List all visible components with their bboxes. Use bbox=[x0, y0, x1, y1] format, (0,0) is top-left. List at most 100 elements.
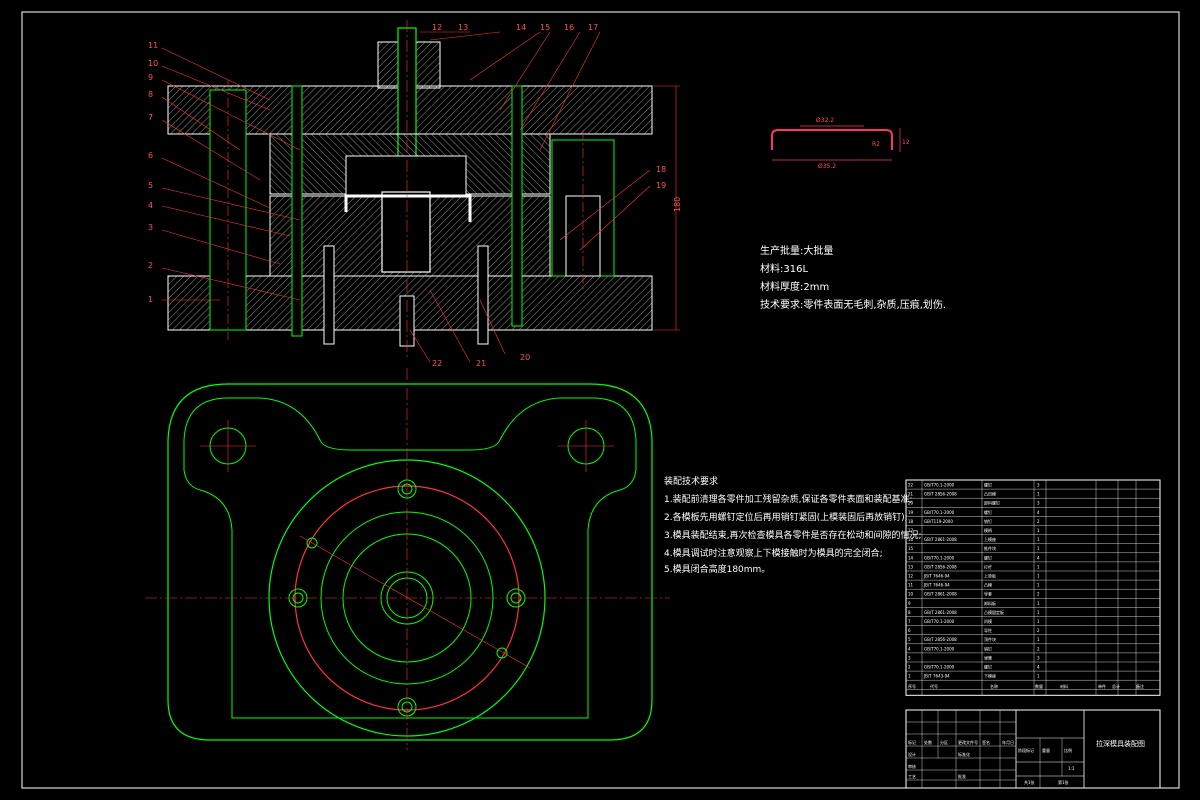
bom-cell: 17 bbox=[908, 528, 914, 533]
bom-cell: JB/T 7646-94 bbox=[923, 583, 950, 588]
bom-cell: 1 bbox=[1037, 564, 1040, 569]
plan-view bbox=[145, 368, 670, 750]
tb-stage: 阶段标记 bbox=[1018, 747, 1034, 753]
part-label: 16 bbox=[564, 23, 574, 32]
section-view: 180 bbox=[161, 20, 682, 363]
bom-cell: 3 bbox=[1037, 655, 1040, 660]
bom-cell: 模柄 bbox=[984, 527, 992, 533]
dim-bottom: Ø35.2 bbox=[818, 163, 836, 170]
bom-cell: 1 bbox=[1037, 537, 1040, 542]
bom-cell: 3 bbox=[1037, 483, 1040, 488]
bom-cell: 3 bbox=[1037, 501, 1040, 506]
part-label: 12 bbox=[432, 23, 442, 32]
tb-sheet: 共1张 bbox=[1024, 779, 1035, 785]
bom-cell: 12 bbox=[908, 574, 914, 579]
bom-cell: 18 bbox=[908, 519, 914, 524]
bom-cell: 9 bbox=[908, 601, 911, 606]
bom-header-cell: 总计 bbox=[1112, 683, 1120, 689]
bom-cell: 1 bbox=[1037, 619, 1040, 624]
bom-cell: 2 bbox=[1037, 628, 1040, 633]
tb-sheet2: 第1张 bbox=[1058, 779, 1069, 785]
part-label: 20 bbox=[520, 353, 530, 362]
bom-cell: 凸模 bbox=[984, 582, 992, 588]
plan-outline bbox=[167, 383, 653, 741]
bom-cell: 2 bbox=[1037, 592, 1040, 597]
drawing-name: 拉深模具装配图 bbox=[1096, 739, 1145, 748]
bom-cell: JB/T 7646-94 bbox=[923, 574, 950, 579]
bom-cell: 4 bbox=[1037, 555, 1040, 560]
bom-cell: 1 bbox=[908, 674, 911, 679]
bom-cell: 2 bbox=[1037, 519, 1040, 524]
overall-height-dim: 180 bbox=[673, 197, 682, 212]
cad-drawing: 180 1 2 3 4 5 6 7 8 9 10 11 12 13 14 15 … bbox=[21, 11, 1180, 789]
part-sketch: Ø32.2 R2 Ø35.2 12 bbox=[771, 117, 910, 170]
tb-date: 年月日 bbox=[1002, 739, 1014, 745]
bom-cell: 卸料板 bbox=[984, 600, 996, 606]
tb-approve: 批准 bbox=[958, 773, 966, 779]
tb-mark: 标记 bbox=[908, 739, 916, 745]
tb-sign: 签名 bbox=[982, 739, 990, 745]
part-label: 9 bbox=[148, 73, 153, 82]
tb-count: 处数 bbox=[924, 739, 932, 745]
bom-cell: 21 bbox=[908, 492, 914, 497]
bom-cell: 14 bbox=[908, 555, 914, 560]
part-label: 4 bbox=[148, 201, 153, 210]
part-label: 10 bbox=[148, 59, 158, 68]
bom-cell: 螺钉 bbox=[984, 482, 992, 488]
bom-cell: 螺钉 bbox=[984, 509, 992, 515]
bom-cell: GB/T70.1-2000 bbox=[924, 555, 955, 560]
bom-cell: 销钉 bbox=[984, 645, 992, 651]
bom-cell: 3 bbox=[908, 655, 911, 660]
bom-cell: 螺钉 bbox=[984, 554, 992, 560]
part-label: 1 bbox=[148, 295, 153, 304]
bom-cell: 1 bbox=[1037, 528, 1040, 533]
bom-cell: 1 bbox=[1037, 601, 1040, 606]
tb-process: 工艺 bbox=[908, 774, 916, 779]
part-label: 5 bbox=[148, 181, 153, 190]
assembly-item: 1.装配前清理各零件加工残留杂质,保证各零件表面和装配基准; bbox=[664, 493, 912, 505]
bom-cell: 凸模固定板 bbox=[984, 609, 1004, 615]
bom-header-cell: 单件 bbox=[1098, 683, 1106, 689]
bom-header-cell: 代号 bbox=[930, 683, 938, 689]
part-label: 6 bbox=[148, 151, 153, 160]
tb-scale-label: 比例 bbox=[1064, 747, 1072, 753]
bom-cell: 1 bbox=[1037, 574, 1040, 579]
bom-header-cell: 序号 bbox=[908, 683, 916, 689]
assembly-item: 4.模具调试时注意观察上下模接触时为模具的完全闭合; bbox=[664, 547, 883, 559]
bom-cell: 上垫板 bbox=[984, 573, 996, 579]
part-label: 7 bbox=[148, 113, 153, 122]
production-line: 材料厚度:2mm bbox=[760, 280, 829, 293]
bom-cell: 13 bbox=[908, 564, 914, 569]
bom-cell: 销钉 bbox=[984, 518, 992, 524]
bom-cell: 1 bbox=[1037, 674, 1040, 679]
part-label: 18 bbox=[656, 165, 666, 174]
assembly-item: 2.各模板先用螺钉定位后再用销钉紧固(上模装固后再放销钉); bbox=[664, 511, 908, 523]
bom-cell: 10 bbox=[908, 592, 914, 597]
part-label: 13 bbox=[458, 23, 468, 32]
bom-cell: 上模座 bbox=[984, 536, 996, 542]
bom-cell: GB/T 2861-2008 bbox=[924, 537, 957, 542]
bom-header-cell: 备注 bbox=[1136, 683, 1144, 689]
bom-cell: GB/T70.1-2000 bbox=[924, 510, 955, 515]
part-label: 8 bbox=[148, 90, 153, 99]
bom-cell: 15 bbox=[908, 546, 914, 551]
tb-weight: 重量 bbox=[1042, 747, 1050, 753]
bom-cell: 螺钉 bbox=[984, 664, 992, 670]
bom-cell: 1 bbox=[1037, 583, 1040, 588]
assembly-item: 5.模具闭合高度180mm。 bbox=[664, 563, 770, 575]
bom-cell: GB/T70.1-2000 bbox=[924, 619, 955, 624]
production-notes: 生产批量:大批量 材料:316L 材料厚度:2mm 技术要求:零件表面无毛刺,杂… bbox=[760, 244, 946, 311]
part-label: 22 bbox=[432, 359, 442, 368]
part-label: 17 bbox=[588, 23, 598, 32]
part-label: 3 bbox=[148, 223, 153, 232]
bom-cell: 弹簧 bbox=[984, 654, 992, 660]
bom-cell: 1 bbox=[1037, 637, 1040, 642]
bom-cell: 16 bbox=[908, 537, 914, 542]
bom-cell: GB/T 2856-2008 bbox=[924, 564, 957, 569]
bom-cell: 4 bbox=[908, 646, 911, 651]
bom-cell: JB/T 7643-94 bbox=[923, 674, 950, 679]
tb-zone: 分区 bbox=[940, 739, 948, 745]
punch bbox=[381, 191, 431, 273]
bom-cell: GB/T70.1-2000 bbox=[924, 483, 955, 488]
bom-cell: 下模座 bbox=[984, 673, 996, 679]
